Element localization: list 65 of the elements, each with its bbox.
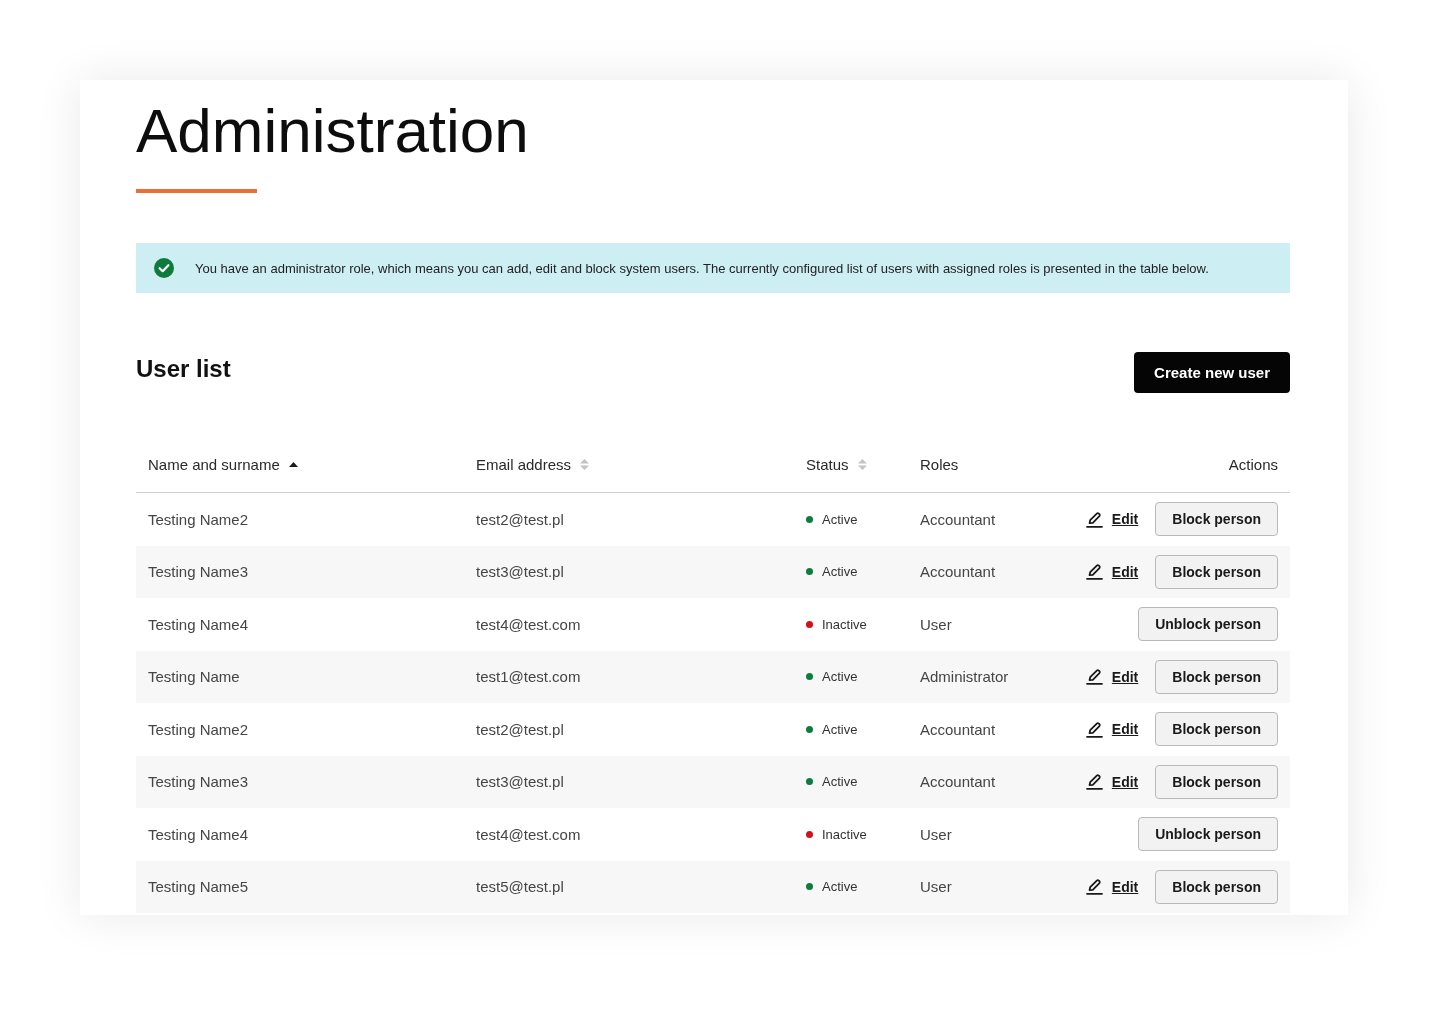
email-cell: test3@test.pl xyxy=(476,563,564,581)
pencil-icon xyxy=(1085,720,1103,738)
column-header[interactable]: Email address xyxy=(476,455,572,473)
action-button[interactable]: Block person xyxy=(1155,712,1278,747)
email-cell: test4@test.com xyxy=(476,825,581,843)
sort-icon[interactable] xyxy=(580,458,590,470)
edit-link[interactable]: Edit xyxy=(1085,668,1139,686)
role-cell: User xyxy=(920,615,952,633)
email-cell: test4@test.com xyxy=(476,615,581,633)
section-title: User list xyxy=(136,354,231,383)
column-header: Roles xyxy=(920,455,959,473)
role-cell: User xyxy=(920,878,952,896)
role-cell: Accountant xyxy=(920,720,996,738)
status-text: Active xyxy=(822,774,858,790)
name-cell: Testing Name3 xyxy=(148,563,249,581)
action-button[interactable]: Unblock person xyxy=(1138,817,1278,852)
role-cell: Accountant xyxy=(920,510,996,528)
action-button[interactable]: Block person xyxy=(1155,659,1278,694)
name-cell: Testing Name xyxy=(148,668,240,686)
email-cell: test2@test.pl xyxy=(476,510,564,528)
edit-link[interactable]: Edit xyxy=(1085,773,1139,791)
name-cell: Testing Name3 xyxy=(148,773,249,791)
email-cell: test3@test.pl xyxy=(476,773,564,791)
pencil-icon xyxy=(1085,563,1103,581)
status-text: Active xyxy=(822,669,858,685)
status-text: Active xyxy=(822,564,858,580)
action-button[interactable]: Block person xyxy=(1155,554,1278,589)
status-text: Inactive xyxy=(822,826,867,842)
name-cell: Testing Name4 xyxy=(148,615,249,633)
role-cell: Accountant xyxy=(920,773,996,791)
sort-ascending-icon[interactable] xyxy=(288,461,298,467)
success-check-icon xyxy=(154,258,174,278)
status-text: Active xyxy=(822,511,858,527)
column-header[interactable]: Name and surname xyxy=(148,455,280,473)
role-cell: Administrator xyxy=(920,668,1009,686)
status-text: Active xyxy=(822,879,858,895)
action-button[interactable]: Block person xyxy=(1155,502,1278,537)
email-cell: test5@test.pl xyxy=(476,878,564,896)
pencil-icon xyxy=(1085,773,1103,791)
action-button[interactable]: Block person xyxy=(1155,764,1278,799)
sort-icon[interactable] xyxy=(857,458,867,470)
pencil-icon xyxy=(1085,668,1103,686)
edit-link[interactable]: Edit xyxy=(1085,878,1139,896)
column-header[interactable]: Status xyxy=(806,455,849,473)
name-cell: Testing Name4 xyxy=(148,825,249,843)
role-cell: Accountant xyxy=(920,563,996,581)
name-cell: Testing Name5 xyxy=(148,878,249,896)
email-cell: test2@test.pl xyxy=(476,720,564,738)
page-title: Administration xyxy=(136,96,529,166)
action-button[interactable]: Unblock person xyxy=(1138,607,1278,642)
banner-text: You have an administrator role, which means you can add, edit and block system users. The currently configured list of users with assigned roles is presented in the table below. xyxy=(195,260,1209,276)
name-cell: Testing Name2 xyxy=(148,720,249,738)
edit-link[interactable]: Edit xyxy=(1085,720,1139,738)
status-text: Inactive xyxy=(822,616,867,632)
name-cell: Testing Name2 xyxy=(148,510,249,528)
status-text: Active xyxy=(822,721,858,737)
pencil-icon xyxy=(1085,510,1103,528)
edit-link[interactable]: Edit xyxy=(1085,563,1139,581)
edit-link[interactable]: Edit xyxy=(1085,510,1139,528)
action-button[interactable]: Block person xyxy=(1155,869,1278,904)
email-cell: test1@test.com xyxy=(476,668,581,686)
pencil-icon xyxy=(1085,878,1103,896)
role-cell: User xyxy=(920,825,952,843)
create-user-button[interactable]: Create new user xyxy=(1134,352,1290,393)
column-header: Actions xyxy=(1228,455,1278,473)
